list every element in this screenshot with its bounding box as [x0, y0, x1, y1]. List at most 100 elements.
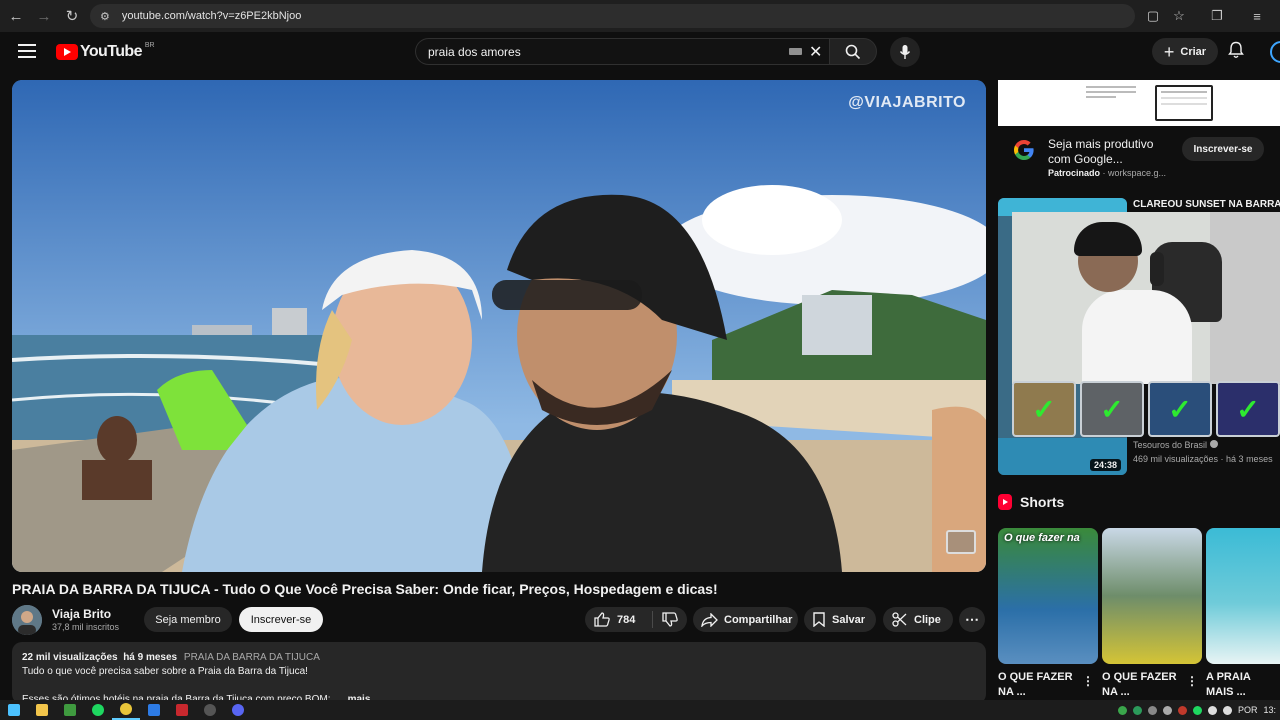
ad-banner-image[interactable]: [998, 80, 1280, 126]
subscribe-button[interactable]: Inscrever-se: [239, 607, 323, 632]
description-line-1: Tudo o que você precisa saber sobre a Pr…: [22, 666, 308, 677]
overlay-tile: ✓: [1080, 381, 1144, 437]
video-description[interactable]: 22 mil visualizações há 9 meses PRAIA DA…: [12, 642, 986, 704]
thumbs-down-icon: [662, 612, 678, 627]
short-title[interactable]: O QUE FAZER NA ...: [1102, 670, 1182, 700]
google-logo-icon: [1014, 140, 1034, 160]
menu-hamburger-icon[interactable]: [18, 44, 36, 58]
youtube-play-icon: [56, 44, 78, 60]
chrome-icon[interactable]: [112, 700, 140, 720]
volume-icon[interactable]: [1222, 705, 1232, 715]
tray-icon[interactable]: [1192, 705, 1202, 715]
channel-name[interactable]: Viaja Brito: [52, 607, 111, 621]
checkmark-icon: ✓: [1100, 393, 1124, 425]
account-avatar[interactable]: [1270, 41, 1280, 63]
voice-search-button[interactable]: [890, 37, 920, 67]
join-member-button[interactable]: Seja membro: [144, 607, 232, 632]
short-title[interactable]: A PRAIA MAIS ...: [1206, 670, 1276, 700]
tray-icon[interactable]: [1177, 705, 1187, 715]
spotify-icon[interactable]: [84, 700, 112, 720]
video-frame: [12, 80, 986, 572]
shorts-logo-icon: [998, 494, 1012, 510]
ad-title[interactable]: Seja mais produtivo com Google...: [1048, 137, 1176, 167]
start-windows-icon[interactable]: [0, 700, 28, 720]
webcam-overlay: [1012, 212, 1280, 384]
wifi-icon[interactable]: [1207, 705, 1217, 715]
discord-icon[interactable]: [224, 700, 252, 720]
youtube-logo[interactable]: YouTube BR: [56, 42, 155, 61]
forward-icon[interactable]: →: [30, 2, 58, 30]
tray-icon[interactable]: [1132, 705, 1142, 715]
tray-icon[interactable]: [1147, 705, 1157, 715]
tray-icon[interactable]: [1162, 705, 1172, 715]
short-title[interactable]: O QUE FAZER NA ...: [998, 670, 1078, 700]
menu-icon[interactable]: ≡: [1242, 4, 1272, 28]
bookmark-star-icon[interactable]: ☆: [1164, 4, 1194, 28]
short-thumbnail[interactable]: O que fazer na: [998, 528, 1098, 664]
ad-banner-screen: [1155, 85, 1213, 121]
checkmark-icon: ✓: [1032, 393, 1056, 425]
recommended-age: há 3 meses: [1226, 454, 1273, 464]
upload-age: há 9 meses: [123, 652, 178, 663]
clock[interactable]: 13:: [1263, 705, 1276, 715]
verified-badge-icon: [1210, 440, 1219, 448]
app-icon[interactable]: [56, 700, 84, 720]
save-label: Salvar: [832, 613, 866, 626]
app-icon[interactable]: [140, 700, 168, 720]
logo-text: YouTube: [80, 43, 142, 60]
plus-icon: +: [1163, 41, 1175, 62]
create-button[interactable]: + Criar: [1152, 38, 1218, 65]
search-icon: [845, 44, 861, 59]
search-input[interactable]: praia dos amores ✕: [415, 38, 829, 65]
more-actions-icon[interactable]: ⋯: [959, 607, 985, 632]
search-query: praia dos amores: [428, 44, 521, 59]
browser-toolbar: ← → ↻ ⚙ youtube.com/watch?v=z6PE2kbNjoo …: [0, 0, 1280, 32]
checkmark-icon: ✓: [1168, 393, 1192, 425]
clear-search-icon[interactable]: ✕: [809, 42, 822, 62]
reload-icon[interactable]: ↻: [58, 2, 86, 30]
channel-avatar[interactable]: [12, 605, 42, 635]
dislike-button[interactable]: [653, 612, 687, 627]
search-button[interactable]: [829, 38, 877, 65]
language-indicator[interactable]: POR: [1238, 705, 1258, 715]
ad-subscribe-button[interactable]: Inscrever-se: [1182, 137, 1264, 161]
view-count: 22 mil visualizações: [22, 652, 118, 663]
system-tray: POR 13:: [1117, 700, 1280, 720]
share-arrow-icon: [701, 612, 718, 627]
short-menu-icon[interactable]: ⋮: [1186, 674, 1198, 688]
sponsored-ad[interactable]: Seja mais produtivo com Google... Patroc…: [998, 80, 1280, 192]
checkmark-icon: ✓: [1236, 393, 1260, 425]
short-menu-icon[interactable]: ⋮: [1082, 674, 1094, 688]
avatar-image: [12, 605, 42, 635]
short-thumbnail[interactable]: [1206, 528, 1280, 664]
tray-icon[interactable]: [1117, 705, 1127, 715]
subscriber-count: 37,8 mil inscritos: [52, 622, 120, 632]
file-explorer-icon[interactable]: [28, 700, 56, 720]
recommended-views: 469 mil visualizações: [1133, 454, 1219, 464]
description-tag[interactable]: PRAIA DA BARRA DA TIJUCA: [184, 652, 320, 663]
extensions-icon[interactable]: ❐: [1202, 4, 1232, 28]
video-actions-row: Viaja Brito 37,8 mil inscritos Seja memb…: [12, 604, 986, 635]
bookmark-icon: [813, 612, 825, 627]
channel-watermark-thumbnail[interactable]: [946, 530, 976, 554]
short-overlay-text: O que fazer na: [1004, 532, 1080, 544]
keyboard-icon[interactable]: [789, 48, 802, 55]
address-bar[interactable]: ⚙ youtube.com/watch?v=z6PE2kbNjoo: [90, 4, 1135, 28]
back-icon[interactable]: ←: [2, 2, 30, 30]
recommended-channel: Tesouros do Brasil: [1133, 440, 1219, 450]
video-player[interactable]: @VIAJABRITO: [12, 80, 986, 572]
share-button[interactable]: Compartilhar: [693, 607, 798, 632]
shorts-heading: Shorts: [998, 494, 1064, 510]
short-thumbnail[interactable]: [1102, 528, 1202, 664]
os-taskbar: POR 13:: [0, 700, 1280, 720]
recommended-title[interactable]: CLAREOU SUNSET NA BARRA: [1133, 199, 1280, 210]
clip-button[interactable]: Clipe: [883, 607, 953, 632]
obs-icon[interactable]: [196, 700, 224, 720]
stream-overlay-tiles: ✓ ✓ ✓ ✓: [1012, 381, 1280, 437]
save-button[interactable]: Salvar: [804, 607, 876, 632]
notifications-bell-icon[interactable]: [1228, 41, 1244, 59]
site-info-icon[interactable]: ⚙: [100, 10, 110, 23]
video-duration: 24:38: [1090, 459, 1122, 471]
like-button[interactable]: 784: [585, 611, 653, 628]
app-icon[interactable]: [168, 700, 196, 720]
